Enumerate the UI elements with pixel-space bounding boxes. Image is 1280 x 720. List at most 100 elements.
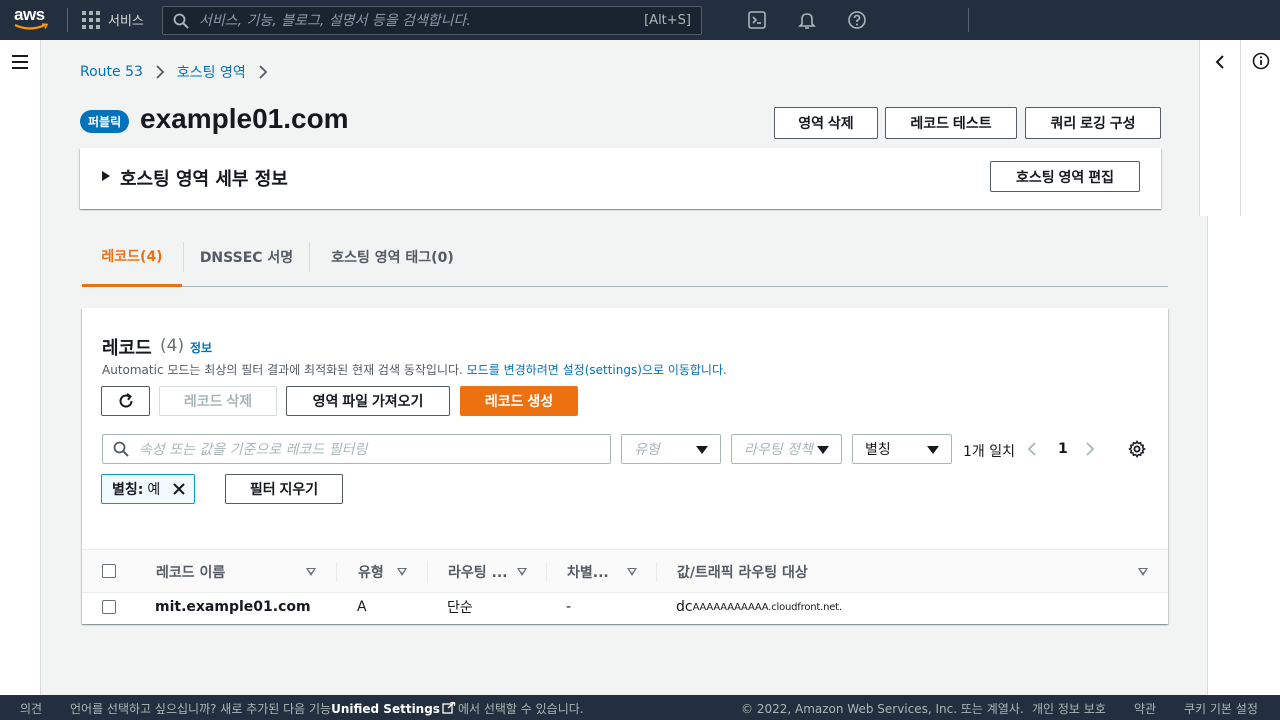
left-navigation-rail bbox=[0, 40, 41, 695]
cloudshell-icon[interactable] bbox=[747, 10, 767, 30]
language-text: 언어를 선택하고 싶으십니까? 새로 추가된 다음 기능Unified Sett… bbox=[70, 700, 584, 717]
routing-placeholder: 라우팅 정책 bbox=[744, 442, 813, 458]
sort-icon[interactable] bbox=[306, 568, 316, 576]
services-menu-button[interactable]: 서비스 bbox=[82, 10, 144, 29]
create-record-button[interactable]: 레코드 생성 bbox=[460, 386, 578, 416]
caret-right-icon[interactable] bbox=[102, 171, 110, 181]
terms-link[interactable]: 약관 bbox=[1134, 700, 1156, 717]
feedback-link[interactable]: 의견 bbox=[20, 700, 42, 717]
tab-records[interactable]: 레코드(4) bbox=[82, 228, 182, 287]
delete-record-button[interactable]: 레코드 삭제 bbox=[159, 386, 277, 416]
sort-icon[interactable] bbox=[517, 568, 527, 576]
chevron-right-icon bbox=[156, 65, 165, 79]
sort-icon[interactable] bbox=[1138, 568, 1148, 576]
gear-icon[interactable] bbox=[1128, 440, 1146, 458]
info-link[interactable]: 정보 bbox=[190, 339, 212, 356]
column-divider bbox=[336, 562, 337, 582]
tab-zone-tags[interactable]: 호스팅 영역 태그(0) bbox=[310, 228, 475, 286]
filter-placeholder: 속성 또는 값을 기준으로 레코드 필터링 bbox=[139, 442, 368, 458]
cookie-preferences-link[interactable]: 쿠키 기본 설정 bbox=[1184, 700, 1258, 717]
breadcrumb-hosted-zones[interactable]: 호스팅 영역 bbox=[177, 62, 246, 82]
token-key: 별칭: bbox=[112, 482, 144, 498]
delete-zone-button[interactable]: 영역 삭제 bbox=[774, 107, 878, 139]
alias-value: 별칭 bbox=[865, 442, 891, 458]
column-differentiator[interactable]: 차별... bbox=[567, 550, 609, 594]
details-toggle[interactable]: 호스팅 영역 세부 정보 bbox=[120, 165, 288, 191]
chevron-left-icon[interactable] bbox=[1024, 440, 1040, 458]
info-panel-toggle[interactable] bbox=[1240, 40, 1280, 216]
table-row[interactable]: mit.example01.com A 단순 - dc AAAAAAAAAAA.c… bbox=[82, 593, 1168, 624]
breadcrumb-route53[interactable]: Route 53 bbox=[80, 64, 143, 80]
breadcrumb: Route 53 호스팅 영역 bbox=[80, 62, 280, 82]
caret-down-icon bbox=[927, 446, 939, 454]
side-panel-toggle[interactable] bbox=[1199, 40, 1241, 216]
copyright: © 2022, Amazon Web Services, Inc. 또는 계열사… bbox=[741, 702, 1024, 716]
records-panel: 레코드 (4) 정보 Automatic 모드는 최상의 필터 결과에 최적화된… bbox=[82, 308, 1168, 624]
refresh-button[interactable] bbox=[101, 386, 150, 416]
tab-dnssec[interactable]: DNSSEC 서명 bbox=[184, 228, 309, 286]
select-all-checkbox[interactable] bbox=[102, 564, 116, 578]
record-value-rest: AAAAAAAAAAA.cloudfront.net. bbox=[692, 601, 842, 613]
import-zone-file-button[interactable]: 영역 파일 가져오기 bbox=[286, 386, 450, 416]
help-icon[interactable] bbox=[847, 10, 867, 30]
aws-logo[interactable]: aws bbox=[14, 6, 52, 34]
test-record-button[interactable]: 레코드 테스트 bbox=[885, 107, 1017, 139]
settings-link[interactable]: 모드를 변경하려면 설정(settings)으로 이동합니다. bbox=[467, 363, 727, 377]
column-routing[interactable]: 라우팅 ... bbox=[448, 550, 507, 594]
records-count: (4) bbox=[160, 336, 185, 356]
tabs: 레코드(4) DNSSEC 서명 호스팅 영역 태그(0) bbox=[82, 228, 1168, 287]
routing-policy-select[interactable]: 라우팅 정책 bbox=[731, 434, 842, 464]
chevron-left-icon[interactable] bbox=[1213, 54, 1227, 70]
column-type[interactable]: 유형 bbox=[358, 550, 384, 594]
bell-icon[interactable] bbox=[797, 10, 817, 30]
edit-hosted-zone-button[interactable]: 호스팅 영역 편집 bbox=[990, 161, 1140, 192]
sort-icon[interactable] bbox=[397, 568, 407, 576]
caret-down-icon bbox=[696, 446, 708, 454]
global-search-input[interactable] bbox=[189, 12, 645, 29]
record-filter-input[interactable]: 속성 또는 값을 기준으로 레코드 필터링 bbox=[102, 434, 611, 464]
chevron-right-icon bbox=[259, 65, 268, 79]
clear-filters-button[interactable]: 필터 지우기 bbox=[225, 474, 343, 504]
page-number[interactable]: 1 bbox=[1058, 441, 1068, 457]
configure-query-logging-button[interactable]: 쿼리 로깅 구성 bbox=[1025, 107, 1161, 139]
caret-down-icon bbox=[817, 446, 829, 454]
aws-logo-text: aws bbox=[14, 5, 45, 24]
record-routing: 단순 bbox=[447, 600, 473, 616]
info-icon[interactable] bbox=[1252, 52, 1270, 70]
column-record-name[interactable]: 레코드 이름 bbox=[156, 550, 225, 594]
table-header: 레코드 이름 유형 라우팅 ... 차별... 값/트래픽 라우팅 대상 bbox=[82, 549, 1168, 593]
record-name: mit.example01.com bbox=[155, 599, 311, 615]
alias-select[interactable]: 별칭 bbox=[852, 434, 952, 464]
sort-icon[interactable] bbox=[627, 568, 637, 576]
external-link-icon bbox=[442, 701, 456, 714]
privacy-link[interactable]: 개인 정보 보호 bbox=[1032, 700, 1106, 717]
chevron-right-icon[interactable] bbox=[1082, 440, 1098, 458]
records-title: 레코드 bbox=[102, 338, 152, 359]
global-search[interactable]: [Alt+S] bbox=[162, 6, 702, 35]
right-panel-strip bbox=[1207, 216, 1280, 695]
token-value: 예 bbox=[147, 482, 161, 498]
nav-divider bbox=[67, 8, 68, 32]
search-icon bbox=[173, 13, 189, 29]
record-value-prefix: dc bbox=[676, 599, 693, 615]
type-placeholder: 유형 bbox=[634, 442, 660, 458]
refresh-icon bbox=[119, 393, 133, 408]
search-shortcut: [Alt+S] bbox=[644, 13, 691, 28]
record-type: A bbox=[357, 599, 367, 615]
column-divider bbox=[656, 562, 657, 582]
language-suffix: 에서 선택할 수 있습니다. bbox=[457, 702, 584, 716]
record-differentiator: - bbox=[566, 599, 572, 615]
type-select[interactable]: 유형 bbox=[621, 434, 721, 464]
hamburger-menu-icon[interactable] bbox=[12, 55, 28, 69]
close-icon[interactable] bbox=[172, 482, 186, 496]
column-divider bbox=[427, 562, 428, 582]
search-mode-description: Automatic 모드는 최상의 필터 결과에 최적화된 현재 검색 동작입니… bbox=[102, 361, 727, 378]
unified-settings-link[interactable]: Unified Settings bbox=[331, 702, 440, 716]
hosted-zone-details-panel: 호스팅 영역 세부 정보 호스팅 영역 편집 bbox=[80, 148, 1161, 209]
column-value[interactable]: 값/트래픽 라우팅 대상 bbox=[677, 550, 808, 594]
page-title: example01.com bbox=[140, 103, 349, 134]
row-checkbox[interactable] bbox=[102, 600, 116, 614]
footer: 의견 언어를 선택하고 싶으십니까? 새로 추가된 다음 기능Unified S… bbox=[0, 695, 1280, 720]
column-divider bbox=[546, 562, 547, 582]
record-value: dc AAAAAAAAAAA.cloudfront.net. bbox=[676, 593, 842, 621]
